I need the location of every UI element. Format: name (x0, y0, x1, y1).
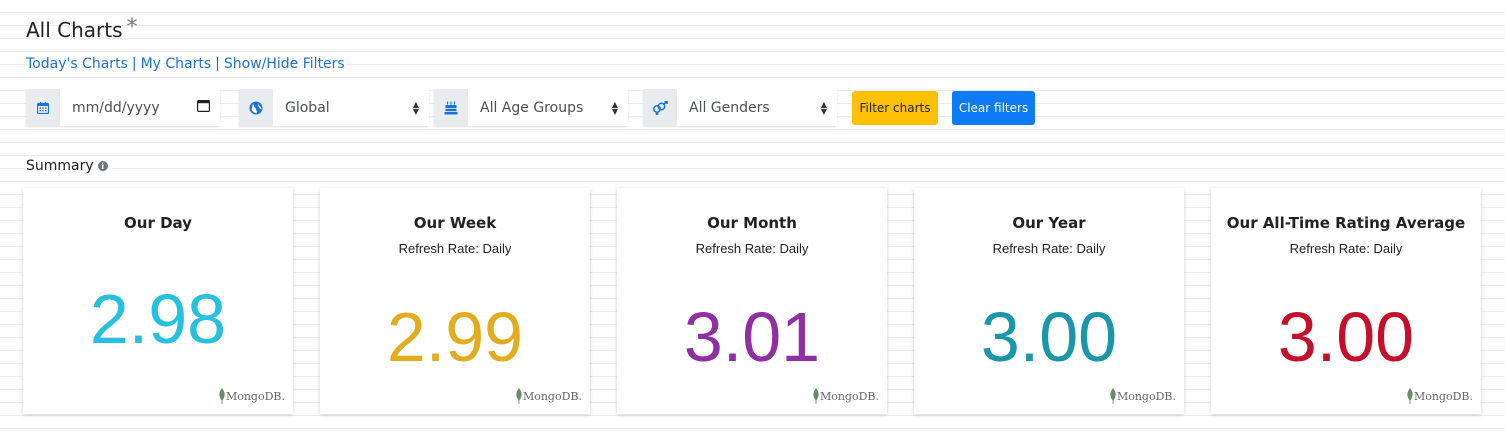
page-title: All Charts * (26, 15, 138, 43)
summary-label: Summary (26, 158, 94, 174)
mongodb-leaf-icon (813, 388, 819, 404)
select-arrows-icon: ▲ ▼ (611, 99, 618, 116)
card-subtitle: Refresh Rate: Daily (992, 241, 1106, 256)
filter-charts-button[interactable]: Filter charts (852, 91, 938, 125)
card-title: Our Year (1012, 214, 1086, 232)
card-value: 2.99 (386, 298, 524, 376)
date-filter: mm/dd/yyyy (26, 89, 220, 126)
card-title: Our Day (124, 214, 192, 232)
mongodb-leaf-icon (1407, 388, 1413, 404)
card-value: 3.00 (1277, 298, 1415, 376)
summary-heading: Summary i (26, 158, 112, 174)
card-subtitle: Refresh Rate: Daily (398, 241, 512, 256)
region-value: Global (285, 99, 330, 116)
page-title-text: All Charts (26, 18, 123, 42)
mongodb-logo-text: MongoDB. (522, 389, 582, 403)
nav-separator: | (131, 56, 137, 72)
card-value: 3.01 (683, 298, 821, 376)
mongodb-logo: MongoDB. (1109, 388, 1176, 404)
nav-separator: | (215, 56, 220, 72)
summary-card-day: Our Day 2.98 MongoDB. (23, 188, 293, 414)
info-icon[interactable]: i (97, 161, 108, 171)
todays-charts-link[interactable]: Today's Charts (26, 56, 128, 72)
calendar-picker-icon[interactable] (197, 99, 211, 116)
gender-icon (643, 89, 677, 126)
age-filter[interactable]: All Age Groups ▲ ▼ (434, 89, 628, 126)
mongodb-logo: MongoDB. (515, 388, 582, 404)
show-hide-filters-link[interactable]: Show/Hide Filters (224, 56, 345, 72)
my-charts-link[interactable]: My Charts (141, 56, 212, 72)
age-select[interactable]: All Age Groups ▲ ▼ (468, 89, 628, 126)
summary-card-month: Our Month Refresh Rate: Daily 3.01 Mongo… (617, 188, 887, 414)
globe-icon (239, 89, 273, 126)
summary-card-year: Our Year Refresh Rate: Daily 3.00 MongoD… (914, 188, 1184, 414)
asterisk-icon: * (126, 15, 138, 40)
mongodb-logo-text: MongoDB. (1116, 389, 1176, 403)
gender-value: All Genders (689, 99, 770, 116)
mongodb-logo: MongoDB. (812, 388, 879, 404)
clear-filters-button[interactable]: Clear filters (952, 91, 1035, 125)
mongodb-logo-text: MongoDB. (225, 389, 285, 403)
select-arrows-icon: ▲ ▼ (820, 99, 827, 116)
calendar-icon (26, 89, 60, 126)
card-title: Our All-Time Rating Average (1226, 214, 1466, 232)
mongodb-logo: MongoDB. (218, 388, 285, 404)
mongodb-leaf-icon (516, 388, 522, 404)
card-value: 3.00 (980, 298, 1118, 376)
date-placeholder: mm/dd/yyyy (72, 99, 160, 116)
mongodb-leaf-icon (219, 388, 225, 404)
card-subtitle: Refresh Rate: Daily (1289, 241, 1403, 256)
card-value: 2.98 (89, 280, 227, 358)
card-title: Our Week (413, 214, 497, 232)
card-subtitle: Refresh Rate: Daily (695, 241, 809, 256)
select-arrows-icon: ▲ ▼ (412, 99, 419, 116)
nav-links: Today's Charts | My Charts | Show/Hide Filte… (26, 56, 345, 72)
mongodb-logo: MongoDB. (1406, 388, 1473, 404)
age-value: All Age Groups (480, 99, 584, 116)
summary-card-week: Our Week Refresh Rate: Daily 2.99 MongoD… (320, 188, 590, 414)
card-title: Our Month (707, 214, 797, 232)
mongodb-leaf-icon (1110, 388, 1116, 404)
mongodb-logo-text: MongoDB. (1413, 389, 1473, 403)
mongodb-logo-text: MongoDB. (819, 389, 879, 403)
region-filter[interactable]: Global ▲ ▼ (239, 89, 429, 126)
birthday-cake-icon (434, 89, 468, 126)
region-select[interactable]: Global ▲ ▼ (273, 89, 429, 126)
gender-filter[interactable]: All Genders ▲ ▼ (643, 89, 837, 126)
date-input[interactable]: mm/dd/yyyy (60, 89, 220, 126)
gender-select[interactable]: All Genders ▲ ▼ (677, 89, 837, 126)
summary-card-all-time: Our All-Time Rating Average Refresh Rate… (1211, 188, 1481, 414)
